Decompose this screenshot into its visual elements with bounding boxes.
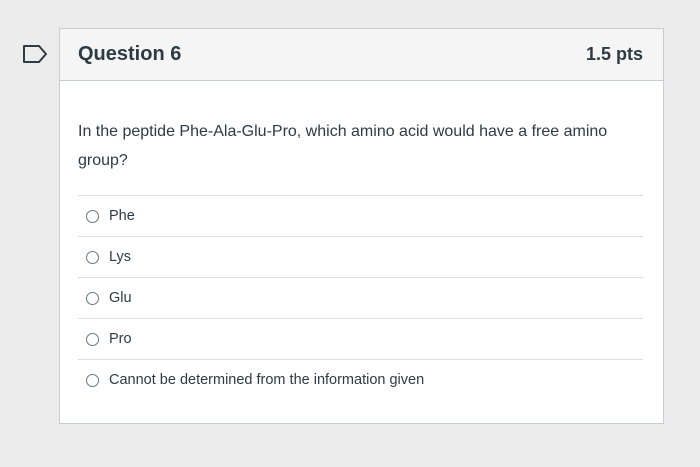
answer-label: Phe	[109, 208, 135, 224]
answer-option-lys[interactable]: Lys	[78, 236, 643, 277]
answer-label: Lys	[109, 249, 132, 265]
answer-option-cannot-be-determined[interactable]: Cannot be determined from the informatio…	[78, 359, 643, 400]
answer-label: Glu	[109, 290, 132, 306]
answer-option-phe[interactable]: Phe	[78, 195, 643, 236]
question-text: In the peptide Phe-Ala-Glu-Pro, which am…	[78, 123, 608, 169]
question-title: Question 6	[78, 43, 182, 65]
answer-label: Pro	[109, 331, 132, 347]
question-points: 1.5 pts	[585, 44, 643, 64]
radio-button[interactable]	[86, 209, 99, 223]
radio-button[interactable]	[86, 250, 99, 264]
radio-button[interactable]	[86, 332, 99, 346]
question-header: Question 6 1.5 pts	[60, 29, 663, 81]
answer-option-pro[interactable]: Pro	[78, 318, 643, 359]
flag-icon[interactable]	[22, 44, 48, 64]
answer-label: Cannot be determined from the informatio…	[109, 372, 425, 388]
question-card: Question 6 1.5 pts In the peptide Phe-Al…	[59, 28, 664, 424]
answer-list: Phe Lys Glu Pro Cannot be determined fro…	[78, 195, 643, 400]
radio-button[interactable]	[86, 291, 99, 305]
radio-button[interactable]	[86, 373, 99, 387]
question-body: In the peptide Phe-Ala-Glu-Pro, which am…	[60, 81, 663, 400]
answer-option-glu[interactable]: Glu	[78, 277, 643, 318]
